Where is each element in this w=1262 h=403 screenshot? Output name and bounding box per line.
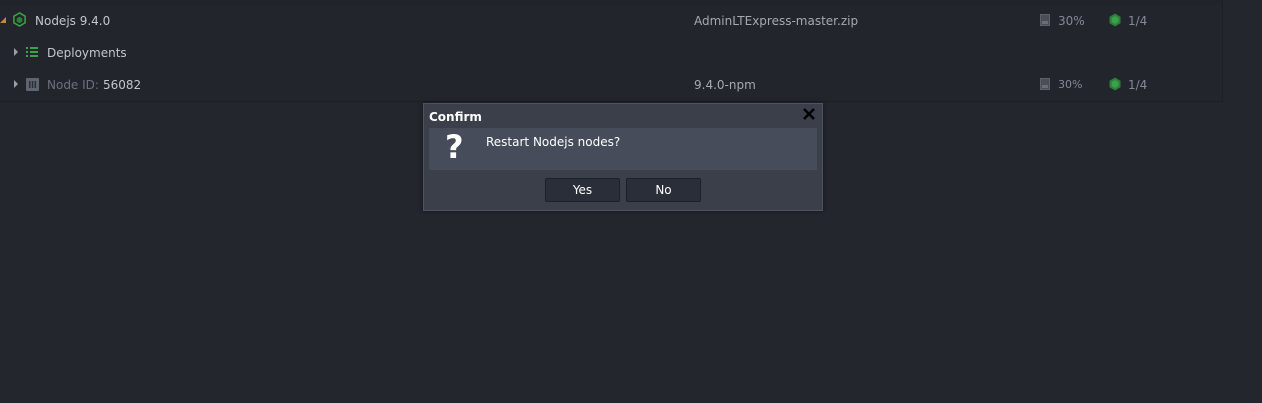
cloudlet-icon — [1109, 77, 1121, 91]
no-button[interactable]: No — [626, 178, 701, 202]
node-row[interactable]: Node ID: 56082 9.4.0-npm 30% 1/4 — [0, 69, 1222, 101]
deployments-label[interactable]: Deployments — [47, 46, 127, 60]
dialog-title: Confirm — [429, 110, 482, 124]
node-id-value: 56082 — [103, 78, 142, 92]
disk-icon — [1040, 14, 1050, 26]
question-icon: ? — [445, 128, 464, 166]
close-icon[interactable] — [801, 107, 817, 123]
environment-panel: Nodejs 9.4.0 AdminLTExpress-master.zip 3… — [0, 0, 1223, 102]
nodejs-icon — [13, 12, 26, 27]
node-group-name[interactable]: Nodejs 9.4.0 — [35, 14, 110, 28]
close-icon-glyph[interactable] — [802, 107, 816, 121]
list-icon — [26, 47, 38, 57]
deployed-archive: AdminLTExpress-master.zip — [694, 14, 859, 28]
dialog-body: ? Restart Nodejs nodes? — [429, 128, 817, 170]
node-group-row[interactable]: Nodejs 9.4.0 AdminLTExpress-master.zip 3… — [0, 5, 1222, 37]
collapsed-caret-icon[interactable] — [14, 48, 18, 56]
dialog-message: Restart Nodejs nodes? — [486, 135, 621, 149]
disk-icon — [1040, 78, 1050, 90]
disk-usage: 30% — [1058, 14, 1085, 28]
server-icon — [26, 78, 39, 91]
collapsed-caret-icon[interactable] — [14, 80, 18, 88]
cloudlet-icon — [1109, 13, 1121, 27]
node-version: 9.4.0-npm — [694, 78, 756, 92]
yes-button[interactable]: Yes — [545, 178, 620, 202]
cloudlets-count: 1/4 — [1128, 78, 1148, 92]
disk-usage: 30% — [1058, 78, 1083, 91]
node-id-label: Node ID: — [47, 78, 99, 92]
cloudlets-count: 1/4 — [1128, 14, 1148, 28]
expanded-caret-icon[interactable] — [0, 17, 6, 23]
deployments-row[interactable]: Deployments — [0, 37, 1222, 69]
confirm-dialog: Confirm ? Restart Nodejs nodes? Yes No — [423, 103, 823, 211]
